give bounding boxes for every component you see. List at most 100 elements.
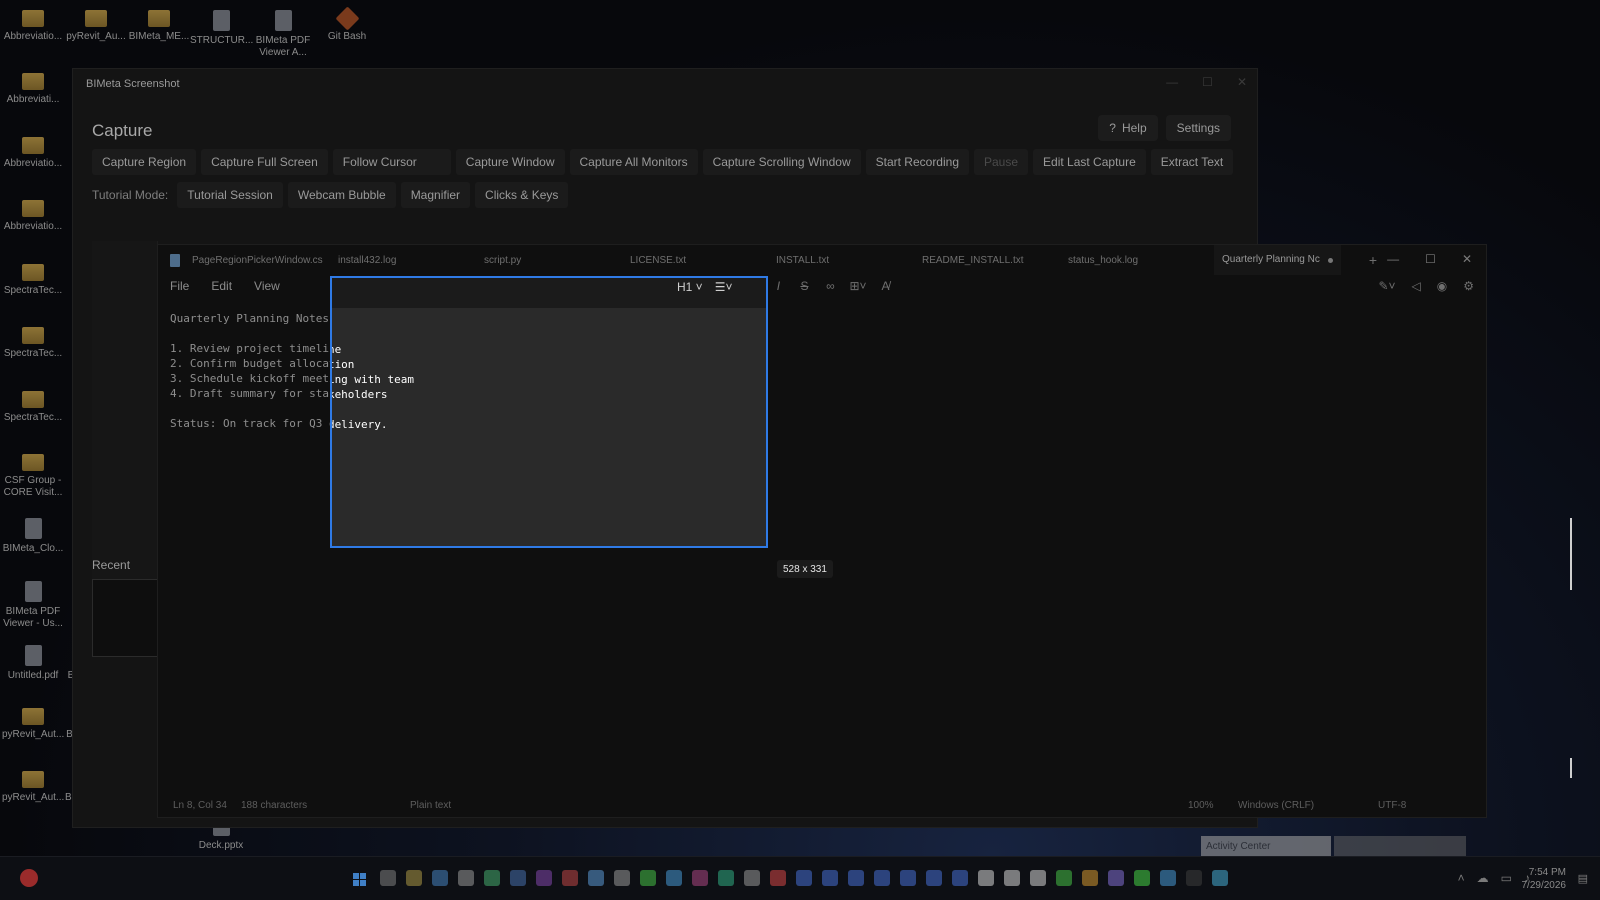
taskbar-app-icon[interactable]: [1134, 870, 1150, 886]
tutorial-action-button[interactable]: Webcam Bubble: [287, 182, 396, 208]
notification-icon[interactable]: ▤: [1578, 872, 1588, 885]
help-button[interactable]: ? Help: [1098, 115, 1158, 141]
taskbar-app-icon[interactable]: [380, 870, 396, 886]
capture-action-button[interactable]: Start Recording: [865, 149, 969, 175]
desktop-icon[interactable]: BIMeta_ME...: [128, 10, 190, 43]
desktop-icon[interactable]: SpectraTec...: [2, 327, 64, 360]
encoding[interactable]: UTF-8: [1378, 800, 1406, 811]
taskbar-app-icon[interactable]: [848, 870, 864, 886]
taskbar-app-icon[interactable]: [458, 870, 474, 886]
taskbar-app-icon[interactable]: [1082, 870, 1098, 886]
taskbar-app-icon[interactable]: [562, 870, 578, 886]
account-icon[interactable]: ◉: [1437, 279, 1447, 293]
taskbar-app-icon[interactable]: [536, 870, 552, 886]
cloud-icon[interactable]: ☁: [1477, 871, 1489, 885]
clear-format-icon[interactable]: A̸: [879, 279, 893, 293]
desktop-icon[interactable]: Untitled.pdf: [2, 645, 64, 682]
editor-tab[interactable]: script.py: [484, 255, 620, 266]
network-icon[interactable]: ▭: [1501, 871, 1512, 885]
text-mode[interactable]: Plain text: [410, 800, 451, 811]
clock[interactable]: 7:54 PM 7/29/2026: [1522, 866, 1567, 892]
taskbar-app-icon[interactable]: [926, 870, 942, 886]
taskbar-app-icon[interactable]: [406, 870, 422, 886]
maximize-icon[interactable]: ☐: [1425, 252, 1436, 266]
taskbar-app-icon[interactable]: [1056, 870, 1072, 886]
taskbar-app-icon[interactable]: [484, 870, 500, 886]
taskbar-app-icon[interactable]: [822, 870, 838, 886]
taskbar-app-icon[interactable]: [510, 870, 526, 886]
list-icon[interactable]: ☰˅: [715, 280, 733, 294]
taskbar-app-icon[interactable]: [718, 870, 734, 886]
capture-action-button[interactable]: Capture Window: [455, 149, 565, 175]
taskbar-app-icon[interactable]: [1030, 870, 1046, 886]
desktop-icon[interactable]: pyRevit_Aut...: [2, 771, 64, 804]
taskbar-app-icon[interactable]: [978, 870, 994, 886]
taskbar-app-icon[interactable]: [1004, 870, 1020, 886]
taskbar-app-icon[interactable]: [1186, 870, 1202, 886]
menu-item[interactable]: View: [254, 279, 280, 293]
strikethrough-icon[interactable]: S: [797, 279, 811, 293]
table-icon[interactable]: ⊞˅: [849, 279, 866, 293]
desktop-icon[interactable]: BIMeta_Clo...: [2, 518, 64, 555]
editor-tab[interactable]: INSTALL.txt: [776, 255, 912, 266]
desktop-icon[interactable]: Abbreviati...: [2, 73, 64, 106]
editor-tab[interactable]: LICENSE.txt: [630, 255, 766, 266]
tab-active[interactable]: Quarterly Planning Nc: [1214, 245, 1341, 275]
editor-tab[interactable]: status_hook.log: [1068, 255, 1204, 266]
taskbar-app-icon[interactable]: [1212, 870, 1228, 886]
taskbar-app-icon[interactable]: [952, 870, 968, 886]
desktop-icon[interactable]: Abbreviatio...: [2, 10, 64, 43]
new-tab-icon[interactable]: +: [1369, 252, 1377, 268]
capture-action-button[interactable]: Pause: [974, 149, 1029, 175]
capture-action-button[interactable]: Extract Text: [1150, 149, 1234, 175]
region-selection[interactable]: H1 ˅ ☰˅ Quarterly Planning Notes 1. Revie…: [330, 276, 768, 548]
tutorial-action-button[interactable]: Clicks & Keys: [475, 182, 569, 208]
capture-action-button[interactable]: Capture Scrolling Window: [702, 149, 861, 175]
minimize-icon[interactable]: —: [1387, 252, 1399, 266]
tutorial-action-button[interactable]: Tutorial Session: [177, 182, 283, 208]
announce-icon[interactable]: ◁: [1412, 279, 1421, 293]
maximize-icon[interactable]: ☐: [1202, 75, 1213, 89]
editor-tab[interactable]: PageRegionPickerWindow.cs: [192, 255, 328, 266]
capture-action-button[interactable]: Capture Full Screen: [201, 149, 328, 175]
taskbar-app-icon[interactable]: [588, 870, 604, 886]
ai-icon[interactable]: ✎˅: [1378, 279, 1395, 293]
capture-action-button[interactable]: Follow Cursor: [332, 149, 451, 175]
desktop-icon[interactable]: BIMeta PDF Viewer A...: [252, 10, 314, 59]
activity-center[interactable]: Activity Center: [1201, 836, 1331, 856]
close-icon[interactable]: ✕: [1462, 252, 1472, 266]
taskbar-app-icon[interactable]: [666, 870, 682, 886]
tutorial-action-button[interactable]: Magnifier: [400, 182, 471, 208]
taskbar-app-icon[interactable]: [614, 870, 630, 886]
capture-action-button[interactable]: Capture Region: [92, 149, 197, 175]
line-ending[interactable]: Windows (CRLF): [1238, 800, 1314, 811]
taskbar-app-icon[interactable]: [874, 870, 890, 886]
desktop-icon[interactable]: CSF Group - CORE Visit...: [2, 454, 64, 499]
desktop-icon[interactable]: Abbreviatio...: [2, 137, 64, 170]
taskbar-app-icon[interactable]: [796, 870, 812, 886]
close-icon[interactable]: ✕: [1237, 75, 1247, 89]
taskbar-app-icon[interactable]: [900, 870, 916, 886]
taskbar-app-icon[interactable]: [640, 870, 656, 886]
taskbar-app-icon[interactable]: [692, 870, 708, 886]
taskbar-app-icon[interactable]: [432, 870, 448, 886]
menu-item[interactable]: Edit: [211, 279, 232, 293]
capture-action-button[interactable]: Edit Last Capture: [1033, 149, 1146, 175]
menu-item[interactable]: File: [170, 279, 189, 293]
gear-icon[interactable]: ⚙: [1463, 279, 1474, 293]
desktop-icon[interactable]: pyRevit_Aut...: [2, 708, 64, 741]
chevron-up-icon[interactable]: ˄: [1458, 871, 1465, 885]
taskbar-app-icon[interactable]: [770, 870, 786, 886]
recent-thumbnail[interactable]: [92, 579, 158, 657]
taskbar-app-icon[interactable]: [744, 870, 760, 886]
settings-button[interactable]: Settings: [1165, 115, 1231, 141]
editor-tab[interactable]: README_INSTALL.txt: [922, 255, 1058, 266]
desktop-icon[interactable]: STRUCTUR...: [190, 10, 253, 47]
desktop-icon[interactable]: pyRevit_Au...: [65, 10, 127, 43]
desktop-icon[interactable]: BIMeta PDF Viewer - Us...: [2, 581, 64, 630]
minimize-icon[interactable]: —: [1166, 75, 1178, 89]
capture-action-button[interactable]: Capture All Monitors: [569, 149, 698, 175]
heading-select[interactable]: H1 ˅: [677, 280, 703, 294]
desktop-icon[interactable]: SpectraTec...: [2, 391, 64, 424]
start-icon[interactable]: [353, 873, 366, 886]
